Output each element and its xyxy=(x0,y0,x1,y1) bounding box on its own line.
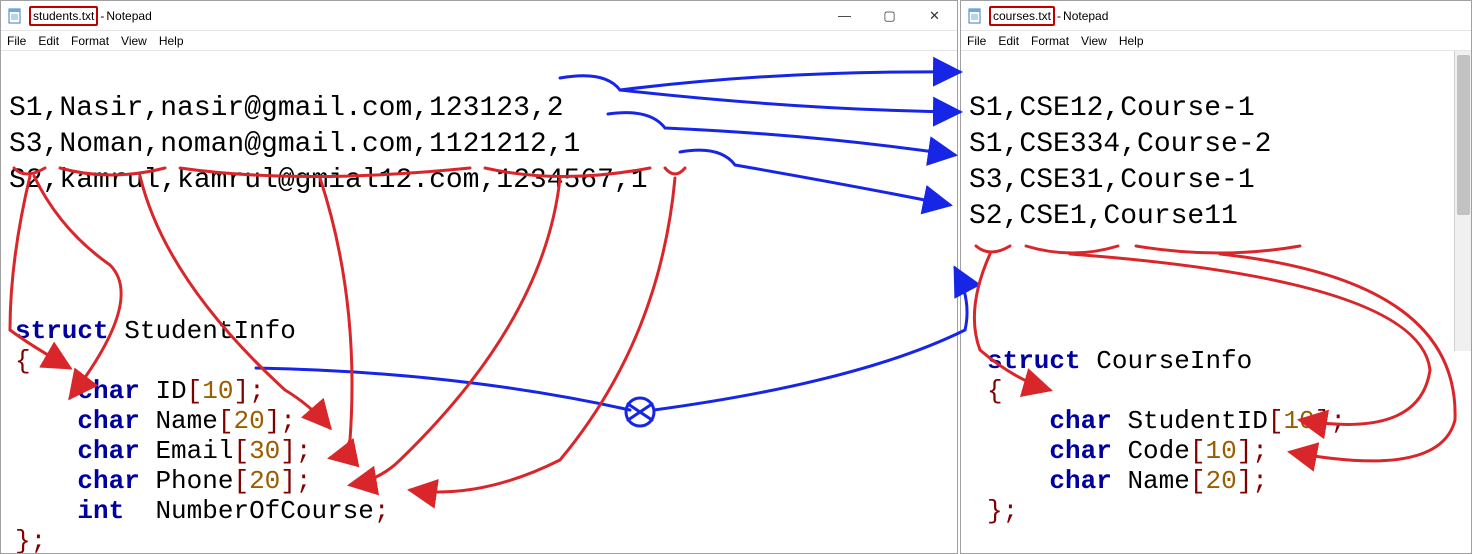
notepad-window-courses: courses.txt - Notepad File Edit Format V… xyxy=(960,0,1472,554)
title-filename-courses: courses.txt xyxy=(989,6,1055,26)
close-button[interactable]: ✕ xyxy=(912,1,957,30)
menu-edit[interactable]: Edit xyxy=(38,34,59,48)
menu-help[interactable]: Help xyxy=(1119,34,1144,48)
menu-format[interactable]: Format xyxy=(1031,34,1069,48)
menu-help[interactable]: Help xyxy=(159,34,184,48)
title-appname-left: Notepad xyxy=(106,9,151,23)
title-sep: - xyxy=(1057,9,1061,23)
menu-edit[interactable]: Edit xyxy=(998,34,1019,48)
line: S2,CSE1,Course11 xyxy=(969,201,1238,232)
title-filename-students: students.txt xyxy=(29,6,98,26)
scrollbar-vertical[interactable] xyxy=(1454,51,1471,351)
menubar-left: File Edit Format View Help xyxy=(1,31,957,51)
menu-file[interactable]: File xyxy=(7,34,26,48)
maximize-button[interactable]: ▢ xyxy=(867,1,912,30)
window-controls: — ▢ ✕ xyxy=(822,1,957,30)
notepad-window-students: students.txt - Notepad — ▢ ✕ File Edit F… xyxy=(0,0,958,554)
menu-file[interactable]: File xyxy=(967,34,986,48)
line: S3,CSE31,Course-1 xyxy=(969,165,1255,196)
menubar-right: File Edit Format View Help xyxy=(961,31,1471,51)
notepad-icon xyxy=(967,8,983,24)
titlebar-left[interactable]: students.txt - Notepad — ▢ ✕ xyxy=(1,1,957,31)
line: S3,Noman,noman@gmail.com,1121212,1 xyxy=(9,129,580,160)
line: S1,Nasir,nasir@gmail.com,123123,2 xyxy=(9,93,564,124)
workspace: students.txt - Notepad — ▢ ✕ File Edit F… xyxy=(0,0,1472,554)
struct-courseinfo: struct CourseInfo { char StudentID[10]; … xyxy=(987,316,1346,553)
courses-file-contents: S1,CSE12,Course-1 S1,CSE334,Course-2 S3,… xyxy=(969,55,1463,271)
title-sep: - xyxy=(100,9,104,23)
notepad-icon xyxy=(7,8,23,24)
minimize-button[interactable]: — xyxy=(822,1,867,30)
text-area-right[interactable]: S1,CSE12,Course-1 S1,CSE334,Course-2 S3,… xyxy=(961,51,1471,553)
students-file-contents: S1,Nasir,nasir@gmail.com,123123,2 S3,Nom… xyxy=(9,55,949,235)
menu-view[interactable]: View xyxy=(121,34,147,48)
title-appname-right: Notepad xyxy=(1063,9,1108,23)
line: S1,CSE12,Course-1 xyxy=(969,93,1255,124)
titlebar-right[interactable]: courses.txt - Notepad xyxy=(961,1,1471,31)
menu-view[interactable]: View xyxy=(1081,34,1107,48)
line: S1,CSE334,Course-2 xyxy=(969,129,1271,160)
menu-format[interactable]: Format xyxy=(71,34,109,48)
struct-studentinfo: struct StudentInfo { char ID[10]; char N… xyxy=(15,286,390,553)
scrollbar-thumb[interactable] xyxy=(1457,55,1470,215)
line: S2,kamrul,kamrul@gmial12.com,1234567,1 xyxy=(9,165,648,196)
text-area-left[interactable]: S1,Nasir,nasir@gmail.com,123123,2 S3,Nom… xyxy=(1,51,957,553)
